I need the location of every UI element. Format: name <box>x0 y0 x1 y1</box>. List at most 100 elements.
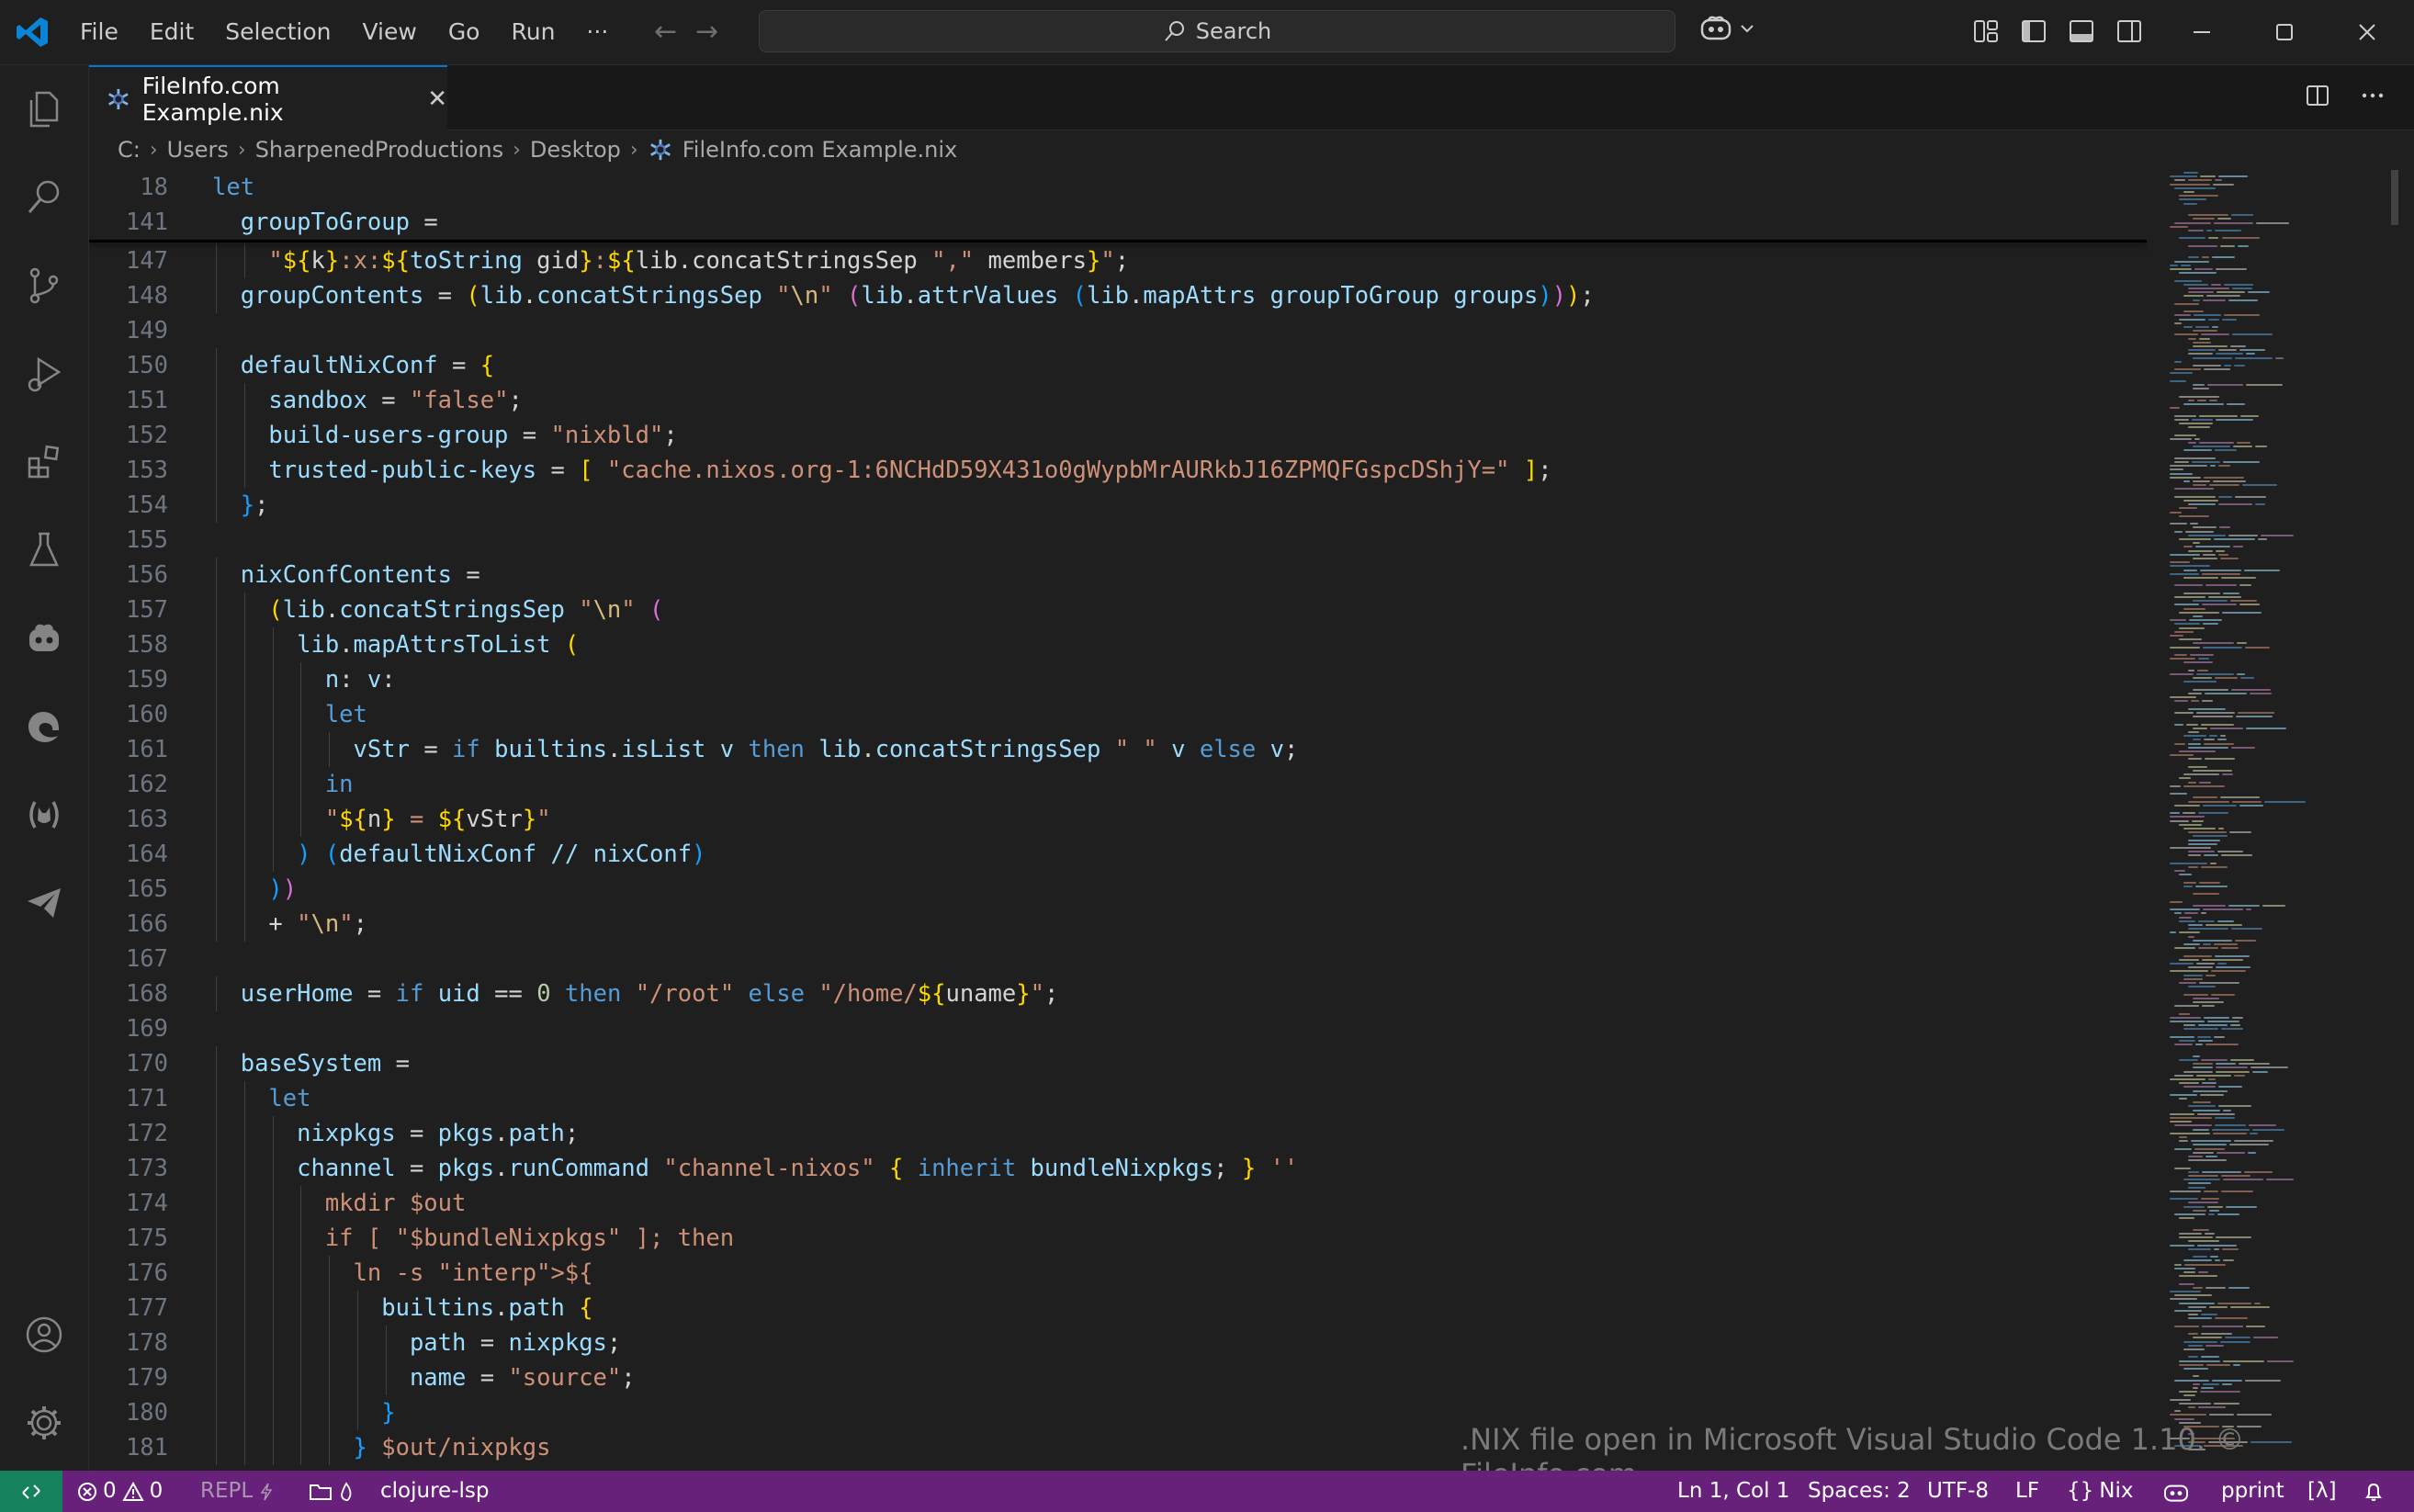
code-line[interactable]: 159 n: v: <box>89 662 2147 697</box>
activity-edge-devtools[interactable] <box>0 683 88 771</box>
activity-extensions[interactable] <box>0 418 88 506</box>
code-line[interactable]: 165 )) <box>89 872 2147 907</box>
menu-edit[interactable]: Edit <box>134 0 209 64</box>
vertical-scrollbar[interactable] <box>2388 170 2401 1470</box>
code-line[interactable]: 152 build-users-group = "nixbld"; <box>89 418 2147 453</box>
problems-indicator[interactable]: 0 0 <box>77 1471 163 1512</box>
code-line[interactable]: 172 nixpkgs = pkgs.path; <box>89 1116 2147 1151</box>
code-line[interactable]: 155 <box>89 523 2147 558</box>
activity-manage[interactable] <box>0 1379 88 1467</box>
breadcrumb-user-folder[interactable]: SharpenedProductions <box>255 137 503 163</box>
minimap-line <box>2188 291 2214 294</box>
lsp-status[interactable]: clojure-lsp <box>309 1471 489 1512</box>
code-line[interactable]: 156 nixConfContents = <box>89 558 2147 592</box>
activity-search[interactable] <box>0 153 88 242</box>
menu-run[interactable]: Run <box>495 0 570 64</box>
code-line[interactable]: 178 path = nixpkgs; <box>89 1326 2147 1360</box>
code-line[interactable]: 163 "${n} = ${vStr}" <box>89 802 2147 837</box>
toggle-secondary-sidebar-icon[interactable] <box>2115 17 2144 46</box>
maximize-button[interactable] <box>2243 0 2326 64</box>
repl-status[interactable]: REPL <box>200 1471 275 1512</box>
copilot-status[interactable] <box>2162 1471 2190 1512</box>
notifications[interactable] <box>2363 1471 2385 1512</box>
minimap-line <box>2209 1305 2228 1308</box>
code-line[interactable]: 179 name = "source"; <box>89 1360 2147 1395</box>
lambda-status[interactable]: [λ] <box>2307 1471 2337 1512</box>
toggle-primary-sidebar-icon[interactable] <box>2019 17 2048 46</box>
encoding[interactable]: UTF-8 <box>1927 1471 1989 1512</box>
remote-indicator[interactable] <box>0 1471 62 1512</box>
code-line[interactable]: 154 }; <box>89 488 2147 523</box>
code-line[interactable]: 162 in <box>89 767 2147 802</box>
menu-file[interactable]: File <box>64 0 134 64</box>
code-line[interactable]: 153 trusted-public-keys = [ "cache.nixos… <box>89 453 2147 488</box>
code-line[interactable]: 148 groupContents = (lib.concatStringsSe… <box>89 278 2147 313</box>
language-mode[interactable]: {} Nix <box>2067 1471 2134 1512</box>
toggle-panel-icon[interactable] <box>2067 17 2096 46</box>
indentation[interactable]: Spaces: 2 <box>1808 1471 1911 1512</box>
code-line[interactable]: 168 userHome = if uid == 0 then "/root" … <box>89 976 2147 1011</box>
activity-run-debug[interactable] <box>0 330 88 418</box>
code-line[interactable]: 176 ln -s "interp">${ <box>89 1256 2147 1291</box>
breadcrumb-users[interactable]: Users <box>167 137 229 163</box>
code-line[interactable]: 169 <box>89 1011 2147 1046</box>
activity-source-control[interactable] <box>0 242 88 330</box>
menu-selection[interactable]: Selection <box>209 0 346 64</box>
code-line[interactable]: 171 let <box>89 1081 2147 1116</box>
activity-accounts[interactable] <box>0 1291 88 1379</box>
minimap-line <box>2174 279 2202 282</box>
tab-close-icon[interactable]: ✕ <box>427 85 447 113</box>
code-line[interactable]: 147 "${k}:x:${toString gid}:${lib.concat… <box>89 243 2147 278</box>
code-line[interactable]: 166 + "\n"; <box>89 907 2147 942</box>
code-line[interactable]: 157 (lib.concatStringsSep "\n" ( <box>89 592 2147 627</box>
command-center-search[interactable]: Search <box>759 10 1675 52</box>
code-line[interactable]: 173 channel = pkgs.runCommand "channel-n… <box>89 1151 2147 1186</box>
scrollbar-thumb[interactable] <box>2391 170 2398 225</box>
code-editor[interactable]: 18 let 141 groupToGroup = 147 "${k}:x:${to… <box>89 170 2147 1470</box>
cursor-position[interactable]: Ln 1, Col 1 <box>1677 1471 1789 1512</box>
code-line[interactable]: 158 lib.mapAttrsToList ( <box>89 627 2147 662</box>
minimap[interactable] <box>2170 170 2363 1470</box>
code-line[interactable]: 175 if [ "$bundleNixpkgs" ]; then <box>89 1221 2147 1256</box>
activity-send[interactable] <box>0 859 88 947</box>
code-line[interactable]: 18 let <box>89 170 2147 205</box>
close-window-button[interactable] <box>2326 0 2408 64</box>
code-line[interactable]: 177 builtins.path { <box>89 1291 2147 1326</box>
code-line[interactable]: 167 <box>89 942 2147 976</box>
activity-testing[interactable] <box>0 506 88 594</box>
chevron-right-icon: › <box>237 138 246 162</box>
code-line[interactable]: 174 mkdir $out <box>89 1186 2147 1221</box>
minimap-line <box>2237 442 2251 444</box>
activity-calva[interactable] <box>0 771 88 859</box>
minimap-line <box>2170 465 2207 468</box>
code-line[interactable]: 149 <box>89 313 2147 348</box>
activity-explorer[interactable] <box>0 65 88 153</box>
code-line[interactable]: 141 groupToGroup = <box>89 205 2147 240</box>
code-line[interactable]: 160 let <box>89 697 2147 732</box>
breadcrumb-desktop[interactable]: Desktop <box>530 137 621 163</box>
customize-layout-icon[interactable] <box>1971 17 2001 46</box>
code-line[interactable]: 151 sandbox = "false"; <box>89 383 2147 418</box>
breadcrumb-file[interactable]: FileInfo.com Example.nix <box>682 137 958 163</box>
tab-fileinfo-example-nix[interactable]: FileInfo.com Example.nix ✕ <box>89 65 447 130</box>
activity-copilot[interactable] <box>0 594 88 683</box>
end-of-line[interactable]: LF <box>2015 1471 2039 1512</box>
menu-more[interactable]: ··· <box>570 0 624 64</box>
minimize-button[interactable] <box>2160 0 2243 64</box>
menu-view[interactable]: View <box>346 0 432 64</box>
copilot-menu[interactable] <box>1699 15 1754 42</box>
minimap-line <box>2170 476 2202 479</box>
more-actions-icon[interactable] <box>2359 82 2386 109</box>
minimap-line <box>2209 1256 2219 1258</box>
code-line[interactable]: 161 vStr = if builtins.isList v then lib… <box>89 732 2147 767</box>
forward-arrow-icon[interactable]: → <box>695 17 718 48</box>
breadcrumb-drive[interactable]: C: <box>118 137 141 163</box>
split-editor-icon[interactable] <box>2304 82 2331 109</box>
formatter-status[interactable]: pprint <box>2221 1471 2284 1512</box>
code-line[interactable]: 150 defaultNixConf = { <box>89 348 2147 383</box>
code-line[interactable]: 164 ) (defaultNixConf // nixConf) <box>89 837 2147 872</box>
code-line[interactable]: 170 baseSystem = <box>89 1046 2147 1081</box>
minimap-line <box>2229 1144 2269 1146</box>
menu-go[interactable]: Go <box>433 0 496 64</box>
back-arrow-icon[interactable]: ← <box>654 17 677 48</box>
